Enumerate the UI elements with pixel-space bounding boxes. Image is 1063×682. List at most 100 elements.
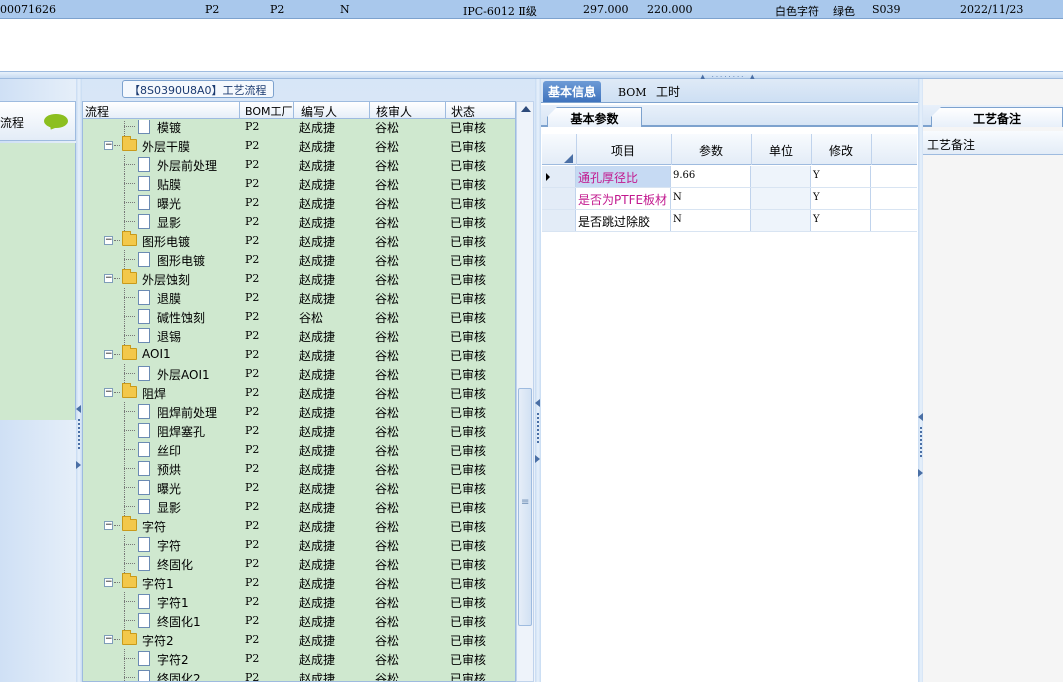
param-value-cell[interactable]: N [671, 210, 751, 231]
document-icon [138, 537, 150, 552]
process-row[interactable]: − 外层蚀刻 P2 赵成捷 谷松 已审核 [83, 269, 515, 288]
left-nav-header[interactable]: 流程 [0, 101, 76, 141]
expand-right-icon[interactable] [76, 461, 81, 469]
tab-basic-info[interactable]: 基本信息 [543, 81, 602, 102]
col-unit-header[interactable]: 单位 [769, 142, 793, 159]
col-reviewer-header[interactable]: 核审人 [376, 103, 412, 120]
process-row[interactable]: 字符1 P2 赵成捷 谷松 已审核 [83, 592, 515, 611]
collapse-toggle-icon[interactable]: − [104, 388, 113, 397]
param-modify-cell[interactable]: Y [811, 188, 871, 209]
collapse-toggle-icon[interactable]: − [104, 350, 113, 359]
process-row[interactable]: 终固化2 P2 赵成捷 谷松 已审核 [83, 668, 515, 681]
process-row[interactable]: 退膜 P2 赵成捷 谷松 已审核 [83, 288, 515, 307]
collapse-left-icon[interactable] [76, 405, 81, 413]
process-grid-header: 流程 BOM工厂 编写人 核审人 状态 [83, 102, 515, 120]
col-writer-header[interactable]: 编写人 [301, 103, 337, 120]
reviewer-cell: 谷松 [375, 520, 400, 534]
param-unit-cell[interactable] [751, 188, 811, 209]
selected-order-row[interactable]: 00071626 P2 P2 N IPC-6012 Ⅱ级 297.000 220… [0, 0, 1063, 19]
param-unit-cell[interactable] [751, 210, 811, 231]
process-row[interactable]: 预烘 P2 赵成捷 谷松 已审核 [83, 459, 515, 478]
process-row[interactable]: 显影 P2 赵成捷 谷松 已审核 [83, 497, 515, 516]
process-row[interactable]: − 字符 P2 赵成捷 谷松 已审核 [83, 516, 515, 535]
col-param-header[interactable]: 参数 [699, 142, 723, 159]
param-item-cell[interactable]: 是否跳过除胶 [576, 210, 671, 231]
process-step-label: 预烘 [157, 463, 182, 477]
param-item-cell[interactable]: 通孔厚径比 [576, 166, 671, 187]
process-row[interactable]: 阻焊塞孔 P2 赵成捷 谷松 已审核 [83, 421, 515, 440]
bom-factory-cell: P2 [245, 652, 260, 665]
collapse-toggle-icon[interactable]: − [104, 578, 113, 587]
col-flow-header[interactable]: 流程 [85, 103, 109, 120]
process-row[interactable]: 碱性蚀刻 P2 谷松 谷松 已审核 [83, 307, 515, 326]
param-row[interactable]: 是否跳过除胶 N Y [542, 210, 917, 232]
collapse-middle-icon[interactable] [535, 399, 540, 407]
process-row[interactable]: 退锡 P2 赵成捷 谷松 已审核 [83, 326, 515, 345]
process-row[interactable]: 曝光 P2 赵成捷 谷松 已审核 [83, 193, 515, 212]
collapse-toggle-icon[interactable]: − [104, 521, 113, 530]
process-row[interactable]: − 外层干膜 P2 赵成捷 谷松 已审核 [83, 136, 515, 155]
param-value-cell[interactable]: N [671, 188, 751, 209]
horizontal-splitter[interactable]: ▲ ········ ▲ [0, 71, 1063, 81]
document-icon [138, 423, 150, 438]
scroll-up-icon[interactable] [521, 106, 531, 112]
collapse-toggle-icon[interactable]: − [104, 141, 113, 150]
process-row[interactable]: 终固化1 P2 赵成捷 谷松 已审核 [83, 611, 515, 630]
chat-bubble-icon[interactable] [44, 114, 68, 128]
process-row[interactable]: − AOI1 P2 赵成捷 谷松 已审核 [83, 345, 515, 364]
tab-bom[interactable]: BOM [613, 84, 652, 105]
process-step-label: 显影 [157, 216, 182, 230]
col-modify-header[interactable]: 修改 [829, 142, 853, 159]
col-factory-header[interactable]: BOM工厂 [245, 103, 293, 119]
process-row[interactable]: 字符 P2 赵成捷 谷松 已审核 [83, 535, 515, 554]
tab-basic-params[interactable]: 基本参数 [547, 107, 642, 127]
document-icon [138, 613, 150, 628]
process-row[interactable]: 丝印 P2 赵成捷 谷松 已审核 [83, 440, 515, 459]
status-cell: 已审核 [450, 463, 487, 477]
scroll-thumb[interactable] [518, 388, 532, 626]
expand-middle-icon[interactable] [535, 455, 540, 463]
param-modify-cell[interactable]: Y [811, 166, 871, 187]
process-row[interactable]: 外层AOI1 P2 赵成捷 谷松 已审核 [83, 364, 515, 383]
folder-icon [122, 573, 137, 588]
process-row[interactable]: − 字符2 P2 赵成捷 谷松 已审核 [83, 630, 515, 649]
col-item-header[interactable]: 项目 [611, 142, 635, 159]
process-row[interactable]: 曝光 P2 赵成捷 谷松 已审核 [83, 478, 515, 497]
param-item-cell[interactable]: 是否为PTFE板材 [576, 188, 671, 209]
process-row[interactable]: 图形电镀 P2 赵成捷 谷松 已审核 [83, 250, 515, 269]
process-row[interactable]: 字符2 P2 赵成捷 谷松 已审核 [83, 649, 515, 668]
param-value-cell[interactable]: 9.66 [671, 166, 751, 187]
process-row[interactable]: − 阻焊 P2 赵成捷 谷松 已审核 [83, 383, 515, 402]
param-modify-cell[interactable]: Y [811, 210, 871, 231]
status-cell: 已审核 [450, 121, 487, 135]
collapse-toggle-icon[interactable]: − [104, 236, 113, 245]
process-row[interactable]: 外层前处理 P2 赵成捷 谷松 已审核 [83, 155, 515, 174]
reviewer-cell: 谷松 [375, 121, 400, 135]
process-row[interactable]: 显影 P2 赵成捷 谷松 已审核 [83, 212, 515, 231]
col-status-header[interactable]: 状态 [451, 103, 475, 120]
param-row[interactable]: 通孔厚径比 9.66 Y [542, 166, 917, 188]
reviewer-cell: 谷松 [375, 558, 400, 572]
document-icon [138, 176, 150, 191]
select-all-corner-icon[interactable] [564, 154, 573, 163]
status-cell: 已审核 [450, 634, 487, 648]
status-cell: 已审核 [450, 558, 487, 572]
tab-process-remark[interactable]: 工艺备注 [931, 107, 1063, 127]
process-row[interactable]: − 图形电镀 P2 赵成捷 谷松 已审核 [83, 231, 515, 250]
process-row[interactable]: 贴膜 P2 赵成捷 谷松 已审核 [83, 174, 515, 193]
reviewer-cell: 谷松 [375, 311, 400, 325]
process-row[interactable]: 终固化 P2 赵成捷 谷松 已审核 [83, 554, 515, 573]
process-vertical-scrollbar[interactable] [516, 101, 534, 682]
row-indicator-icon[interactable] [542, 210, 576, 231]
row-indicator-icon[interactable] [542, 188, 576, 209]
tab-work-hours[interactable]: 工时 [651, 81, 685, 102]
process-row[interactable]: 模镀 P2 赵成捷 谷松 已审核 [83, 120, 515, 136]
collapse-toggle-icon[interactable]: − [104, 274, 113, 283]
process-row[interactable]: 阻焊前处理 P2 赵成捷 谷松 已审核 [83, 402, 515, 421]
collapse-toggle-icon[interactable]: − [104, 635, 113, 644]
param-row[interactable]: 是否为PTFE板材 N Y [542, 188, 917, 210]
bom-factory-cell: P2 [245, 576, 260, 589]
param-unit-cell[interactable] [751, 166, 811, 187]
process-row[interactable]: − 字符1 P2 赵成捷 谷松 已审核 [83, 573, 515, 592]
row-indicator-icon[interactable] [542, 166, 576, 187]
